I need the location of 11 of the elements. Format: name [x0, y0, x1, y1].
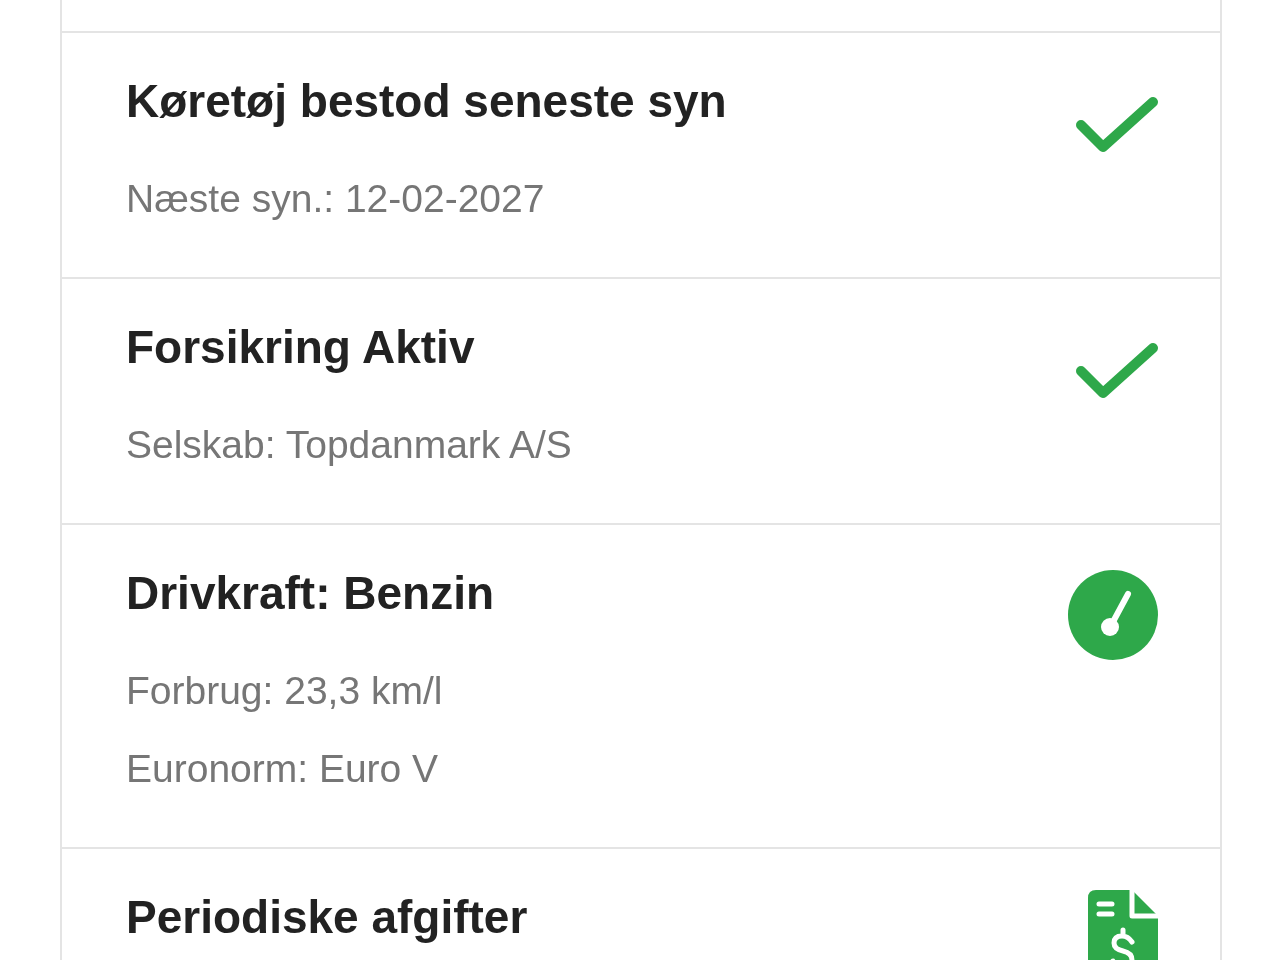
card-title: Køretøj bestod seneste syn [126, 74, 727, 129]
check-icon [1076, 342, 1158, 400]
card-detail: Euronorm: Euro V [126, 746, 440, 792]
card-detail: Forbrug: 23,3 km/l [126, 668, 444, 714]
card-detail: Selskab: Topdanmark A/S [126, 422, 572, 468]
card-title: Drivkraft: Benzin [126, 566, 495, 621]
card-title: Forsikring Aktiv [126, 320, 476, 375]
card-detail: Næste syn.: 12-02-2027 [126, 176, 546, 222]
check-icon [1076, 96, 1158, 154]
gauge-icon [1068, 570, 1158, 660]
card-title: Periodiske afgifter [126, 890, 528, 945]
